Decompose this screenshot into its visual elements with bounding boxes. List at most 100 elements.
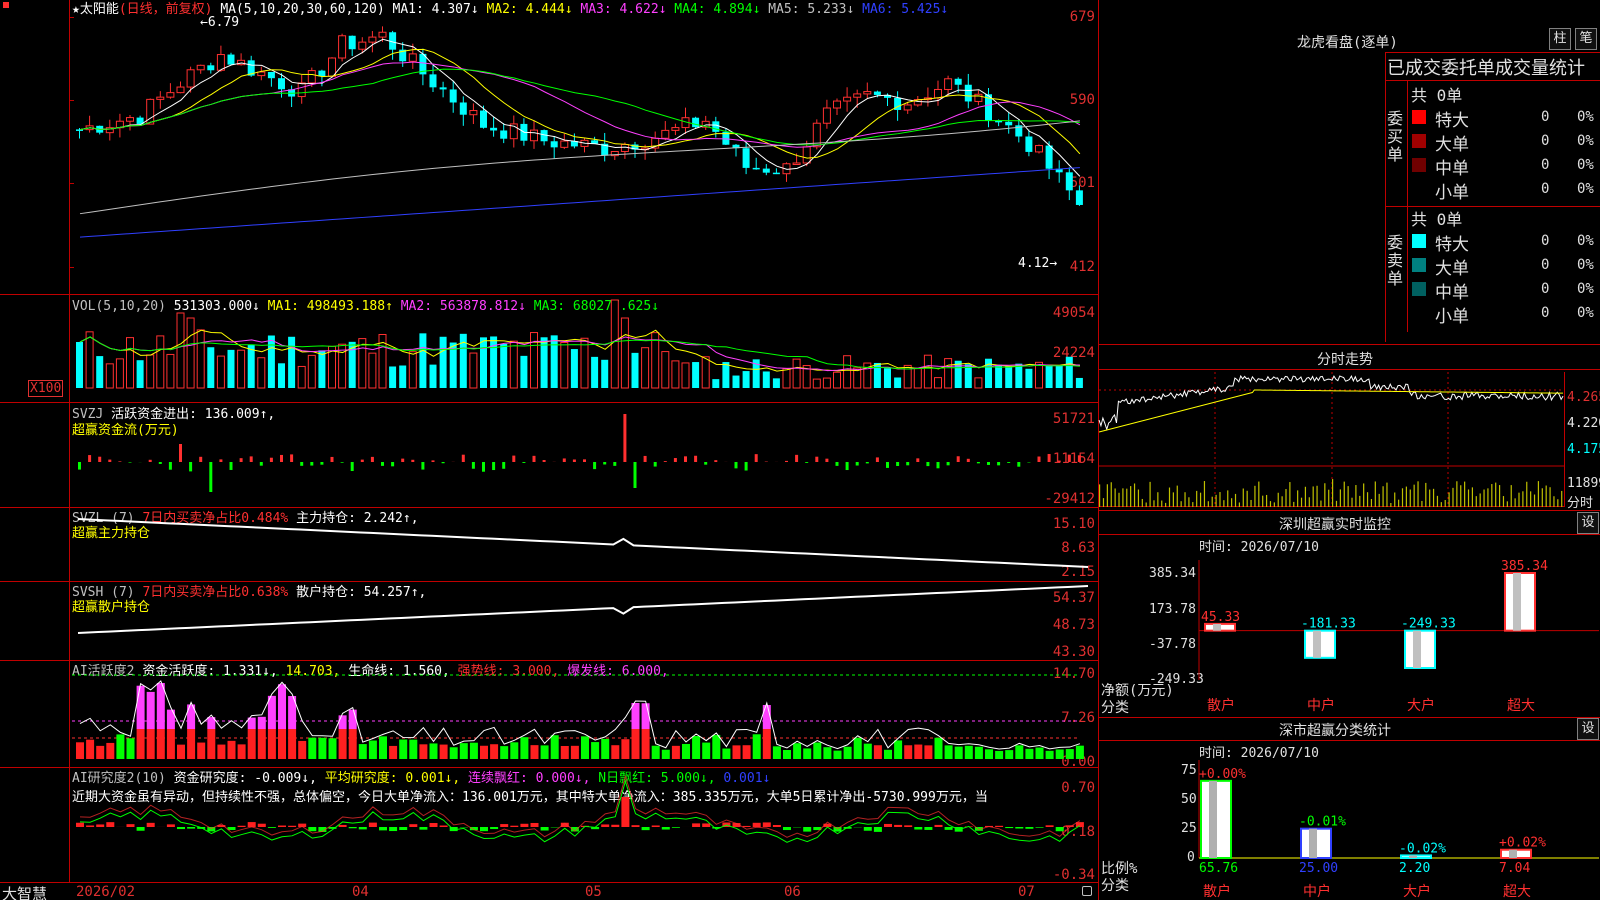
ai-research-panel[interactable]: 0.70 0.18 -0.34 AI研究度2(10) 资金研究度: -0.009… — [0, 769, 1098, 882]
volume-bar — [1015, 363, 1023, 388]
research-bar — [146, 822, 155, 827]
stock-name: 太阳能 — [79, 2, 119, 17]
flow-bar — [936, 462, 940, 469]
volume-bar — [894, 377, 902, 388]
intraday-vol-bar — [1506, 501, 1508, 507]
candle-body — [267, 71, 275, 79]
bar-mode-button[interactable]: 柱 — [1549, 28, 1571, 50]
intraday-price-line — [1098, 374, 1564, 431]
lock-icon[interactable] — [1082, 886, 1092, 896]
activity-bar-red — [742, 745, 751, 759]
intraday-vol-bar — [1254, 485, 1256, 507]
main-hold-line — [77, 518, 1089, 568]
star-icon[interactable]: ★ — [72, 2, 80, 17]
volume-bar — [742, 371, 750, 388]
activity-bar-red — [762, 729, 771, 759]
buy-val-0: 0 — [1541, 109, 1550, 125]
activity-bar-green — [783, 749, 791, 759]
activity-bar-top — [257, 716, 266, 729]
volume-bar — [368, 352, 377, 389]
flow-bar — [411, 459, 415, 462]
activity-bar-red — [904, 745, 913, 759]
cls-top-label: +0.02% — [1499, 836, 1546, 851]
intraday-vol-bar — [1421, 500, 1423, 507]
intraday-vol-bar — [1347, 486, 1349, 507]
cls-bottom-label: 65.76 — [1199, 861, 1238, 876]
intraday-vol-bar — [1359, 495, 1361, 507]
svzl-panel[interactable]: 15.10 8.63 2.15 SVZL (7) 7日内买卖净占比0.484% … — [0, 509, 1098, 582]
flow-bar — [896, 462, 900, 466]
activity-bar-red — [217, 744, 226, 759]
volume-bars[interactable] — [72, 296, 1096, 402]
dragon-tiger-title: 龙虎看盘(逐单) — [1297, 35, 1398, 51]
intraday-vol-bar — [1265, 494, 1268, 507]
volume-bar — [490, 336, 498, 388]
intraday-line-chart[interactable] — [1098, 372, 1565, 507]
intraday-vol-bar — [1227, 490, 1229, 507]
candle-body — [661, 129, 670, 139]
candle-body — [328, 57, 336, 77]
sell-val-3: 0 — [1541, 305, 1550, 321]
tick-mode-button[interactable]: 笔 — [1575, 28, 1597, 50]
cls-title: 深市超赢分类统计 — [1279, 723, 1391, 739]
intraday-vol-bar — [1467, 489, 1470, 507]
sell-val-2: 0 — [1541, 281, 1550, 297]
activity-bar-red — [96, 745, 105, 759]
flow-bar — [522, 462, 526, 463]
flow-bar — [532, 455, 536, 462]
kline-panel[interactable]: 679 590 501 412 ★太阳能(日线，前复权) MA(5,10,20,… — [0, 0, 1098, 295]
volume-bar — [267, 335, 275, 388]
cls-settings-button[interactable]: 设 — [1577, 718, 1599, 740]
flow-bar — [572, 459, 576, 462]
candle-body — [297, 82, 306, 98]
flow-bar — [744, 462, 748, 471]
candle-body — [469, 110, 478, 116]
intraday-title: 分时走势 — [1317, 352, 1373, 368]
intraday-vol-bar — [1405, 486, 1407, 507]
flow-bar — [209, 462, 213, 492]
activity-bar-red — [671, 745, 680, 759]
flow-bar — [734, 462, 738, 469]
candle-body — [166, 92, 175, 98]
activity-bar-green — [1035, 747, 1044, 759]
research-bar — [76, 822, 84, 827]
intraday-vol-bar — [1487, 488, 1489, 507]
research-bar — [752, 822, 761, 827]
flow-bar — [441, 462, 445, 464]
period-mode[interactable]: (日线，前复权) — [119, 2, 213, 17]
volume-bar — [995, 364, 1003, 388]
intraday-vol-bar — [1355, 485, 1357, 507]
volume-panel[interactable]: 49054 24224 X100 VOL(5,10,20) 531303.000… — [0, 296, 1098, 403]
activity-bar-red — [389, 745, 398, 759]
sz-settings-button[interactable]: 设 — [1577, 512, 1599, 534]
volume-bar — [96, 356, 104, 388]
flow-bar — [1007, 462, 1011, 463]
menu-dot-icon[interactable] — [3, 2, 9, 8]
flow-bar — [401, 458, 405, 462]
activity-bar-red — [560, 745, 569, 759]
intraday-vol-bar — [1122, 488, 1124, 507]
activity-bar-red — [106, 742, 115, 759]
ai-activity-panel[interactable]: 14.70 7.26 0.00 AI活跃度2 资金活跃度: 1.331↓, 14… — [0, 662, 1098, 769]
intraday-vol-bar — [1561, 490, 1563, 507]
volume-bar — [772, 378, 780, 388]
candlestick-chart[interactable] — [72, 18, 1096, 293]
vol-unit-badge[interactable]: X100 — [28, 380, 64, 397]
flow-bar — [643, 455, 647, 462]
volume-bar — [985, 358, 992, 388]
activity-bar-top — [156, 682, 165, 729]
flow-bar — [168, 462, 172, 470]
svsh-panel[interactable]: 54.37 48.73 43.30 SVSH (7) 7日内买卖净占比0.638… — [0, 583, 1098, 661]
research-bar — [772, 825, 781, 827]
volume-bar — [278, 363, 285, 388]
svzj-panel[interactable]: 51721 11154 -29412 SVZJ 活跃资金进出: 136.009↑… — [0, 404, 1098, 508]
intraday-vol-bar — [1475, 496, 1477, 507]
intraday-vol-bar — [1533, 494, 1536, 507]
volume-bar — [591, 356, 599, 388]
volume-bar — [76, 342, 83, 388]
flow-bar — [795, 454, 799, 462]
activity-bar-green — [863, 743, 872, 759]
research-bar — [783, 827, 791, 831]
stat-title: 已成交委托单成交量统计 — [1387, 58, 1585, 79]
buy-swatch-0 — [1412, 110, 1426, 124]
